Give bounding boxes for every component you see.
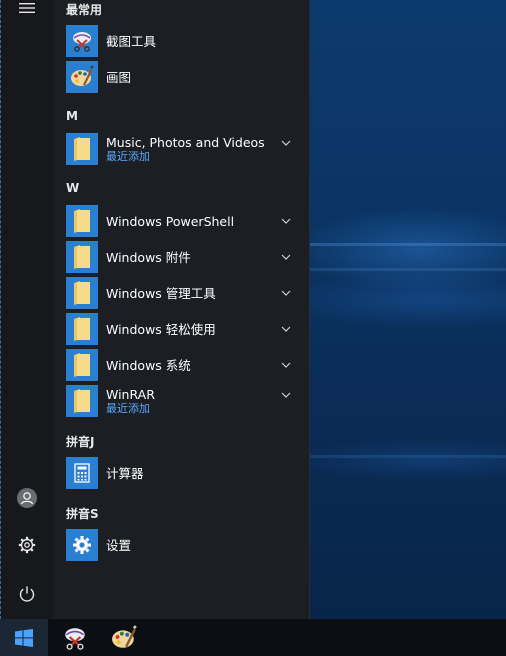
- gear-icon: [18, 536, 36, 554]
- tile: [66, 133, 98, 165]
- chevron-down-icon[interactable]: [280, 251, 292, 263]
- folder-icon: [74, 317, 90, 341]
- app-label: 设置: [106, 537, 132, 553]
- folder-icon: [74, 209, 90, 233]
- tile: [66, 241, 98, 273]
- recently-added-label: 最近添加: [106, 402, 150, 415]
- tile: [66, 529, 98, 561]
- app-label: WinRAR: [106, 387, 155, 402]
- app-label: 截图工具: [106, 33, 157, 49]
- hamburger-menu-icon: [19, 3, 35, 13]
- tile: [66, 457, 98, 489]
- folder-icon: [74, 389, 90, 413]
- app-label: 画图: [106, 69, 132, 85]
- folder-icon: [74, 281, 90, 305]
- app-item-windows-accessories[interactable]: Windows 附件: [66, 241, 298, 273]
- recently-added-label: 最近添加: [106, 150, 150, 163]
- tile: [66, 25, 98, 57]
- group-header-frequent[interactable]: 最常用: [66, 1, 102, 18]
- tile: [66, 349, 98, 381]
- group-header-m[interactable]: M: [66, 109, 78, 123]
- taskbar: [0, 619, 506, 656]
- app-item-winrar[interactable]: WinRAR 最近添加: [66, 385, 298, 417]
- chevron-down-icon[interactable]: [280, 323, 292, 335]
- folder-icon: [74, 245, 90, 269]
- app-item-music-photos-videos[interactable]: Music, Photos and Videos 最近添加: [66, 133, 298, 165]
- tile: [66, 313, 98, 345]
- chevron-down-icon[interactable]: [280, 359, 292, 371]
- paint-icon: [71, 65, 94, 86]
- user-icon: [17, 488, 37, 508]
- start-menu: 最常用 截图工具 画图 M Music, Photos and Videos 最…: [0, 0, 310, 619]
- taskbar-snipping-tool[interactable]: [51, 619, 99, 656]
- app-item-windows-system[interactable]: Windows 系统: [66, 349, 298, 381]
- app-label: Windows PowerShell: [106, 213, 235, 229]
- app-item-snipping-tool[interactable]: 截图工具: [66, 25, 298, 57]
- app-item-paint[interactable]: 画图: [66, 61, 298, 93]
- chevron-down-icon[interactable]: [280, 287, 292, 299]
- windows-logo-icon: [15, 628, 33, 647]
- folder-icon: [74, 353, 90, 377]
- wallpaper-light-beam: [310, 243, 506, 246]
- expand-button[interactable]: [5, 0, 49, 16]
- wallpaper-light-beam: [310, 455, 506, 458]
- app-item-calculator[interactable]: 计算器: [66, 457, 298, 489]
- tile: [66, 61, 98, 93]
- app-item-windows-powershell[interactable]: Windows PowerShell: [66, 205, 298, 237]
- app-label: Windows 附件: [106, 249, 191, 265]
- chevron-down-icon[interactable]: [280, 389, 292, 401]
- tile: [66, 277, 98, 309]
- folder-icon: [74, 137, 90, 161]
- power-icon: [19, 586, 35, 602]
- wallpaper-light-beam: [310, 268, 506, 271]
- user-account-button[interactable]: [5, 478, 49, 518]
- gear-icon: [73, 536, 91, 554]
- snipping-tool-icon: [65, 627, 85, 650]
- app-label: Windows 系统: [106, 357, 191, 373]
- snipping-tool-icon: [73, 32, 91, 52]
- settings-button[interactable]: [5, 525, 49, 565]
- group-header-pinyin-j[interactable]: 拼音J: [66, 433, 94, 450]
- app-label: Windows 管理工具: [106, 285, 216, 301]
- power-button[interactable]: [5, 574, 49, 614]
- taskbar-paint[interactable]: [100, 619, 148, 656]
- start-button[interactable]: [0, 619, 48, 656]
- app-label: Music, Photos and Videos: [106, 135, 265, 150]
- app-label: 计算器: [106, 465, 144, 481]
- tile: [66, 385, 98, 417]
- paint-icon: [112, 624, 137, 648]
- start-menu-rail: [1, 0, 53, 619]
- calculator-icon: [74, 463, 90, 483]
- app-list[interactable]: 最常用 截图工具 画图 M Music, Photos and Videos 最…: [53, 0, 309, 619]
- app-item-windows-ease-of-access[interactable]: Windows 轻松使用: [66, 313, 298, 345]
- tile: [66, 205, 98, 237]
- group-header-pinyin-s[interactable]: 拼音S: [66, 505, 99, 522]
- group-header-w[interactable]: W: [66, 181, 79, 195]
- chevron-down-icon[interactable]: [280, 137, 292, 149]
- app-item-settings[interactable]: 设置: [66, 529, 298, 561]
- app-item-windows-admin-tools[interactable]: Windows 管理工具: [66, 277, 298, 309]
- chevron-down-icon[interactable]: [280, 215, 292, 227]
- app-label: Windows 轻松使用: [106, 321, 216, 337]
